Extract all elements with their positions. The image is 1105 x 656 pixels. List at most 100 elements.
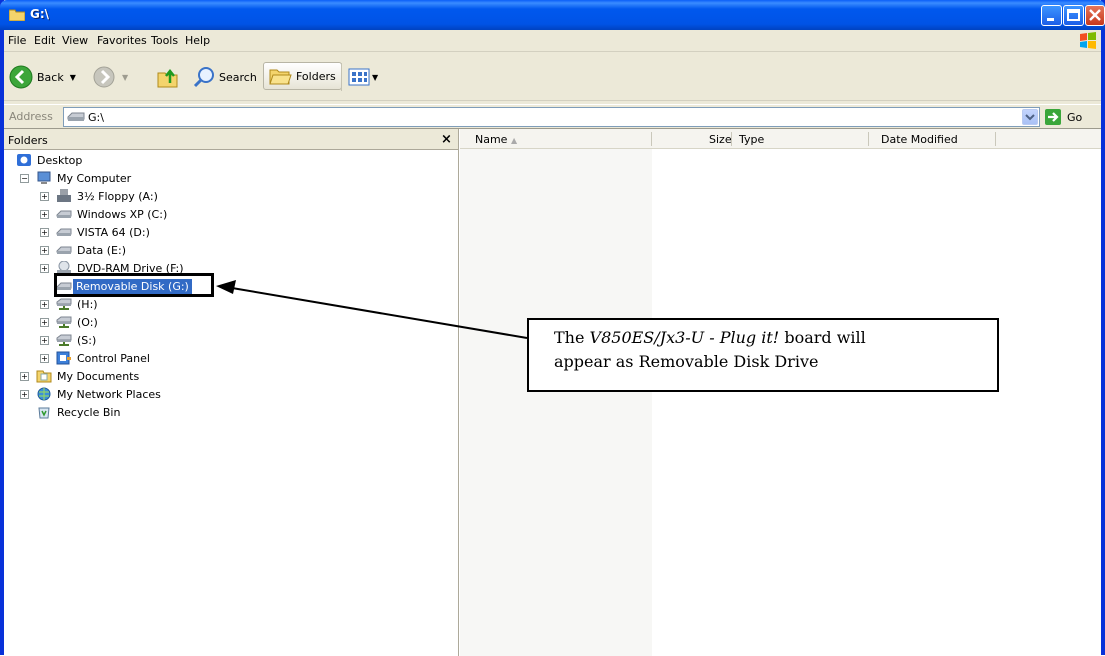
column-divider[interactable] [995,132,996,146]
expand-icon[interactable]: + [40,210,49,219]
tree-label: VISTA 64 (D:) [77,226,150,239]
tree-label: Control Panel [77,352,150,365]
address-dropdown-button[interactable] [1022,109,1038,125]
tree-item-drive-c[interactable]: + Windows XP (C:) [4,207,224,223]
hard-drive-icon [56,228,72,236]
folders-label: Folders [296,69,336,83]
folders-pane: Folders × Desktop − My Computer + 3½ Flo… [4,129,459,656]
folders-pane-close-button[interactable]: × [441,132,452,147]
back-dropdown-icon[interactable]: ▼ [70,73,76,82]
folders-pane-header: Folders × [4,129,458,150]
minimize-button[interactable] [1041,5,1062,26]
tree-item-control-panel[interactable]: + Control Panel [4,351,224,367]
menu-favorites[interactable]: Favorites [97,34,147,47]
callout-board-name: V850ES/Jx3-U - Plug it! [589,328,780,347]
back-label: Back [37,70,64,84]
tree-item-my-computer[interactable]: − My Computer [4,171,204,187]
menu-view[interactable]: View [62,34,88,47]
expand-icon[interactable]: + [40,246,49,255]
my-documents-icon [36,370,52,383]
floppy-icon [57,189,71,202]
menu-edit[interactable]: Edit [34,34,55,47]
control-panel-icon [56,351,71,365]
menu-file[interactable]: File [8,34,26,47]
address-input[interactable]: G:\ [63,107,1040,127]
my-computer-icon [37,171,51,184]
expand-icon[interactable]: + [40,354,49,363]
maximize-icon [1067,9,1080,21]
forward-button[interactable]: ▼ [92,62,128,92]
tree-label: My Computer [57,172,132,185]
tree-item-floppy[interactable]: + 3½ Floppy (A:) [4,189,224,205]
network-places-icon [37,387,51,401]
tree-label: (H:) [77,298,98,311]
expand-icon[interactable]: + [40,336,49,345]
close-button[interactable] [1085,5,1105,26]
expand-icon[interactable]: + [40,192,49,201]
tree-label: Windows XP (C:) [77,208,168,221]
tree-item-drive-d[interactable]: + VISTA 64 (D:) [4,225,224,241]
callout-box: The V850ES/Jx3-U - Plug it! board will a… [527,318,999,392]
chevron-down-icon [1025,114,1035,121]
folders-button[interactable]: Folders [263,62,342,90]
hard-drive-icon [56,246,72,254]
column-name-label: Name [475,133,508,146]
menu-tools[interactable]: Tools [151,34,178,47]
menu-bar: File Edit View Favorites Tools Help [4,30,1101,52]
column-divider[interactable] [651,132,652,146]
tree-item-drive-s[interactable]: + (S:) [4,333,224,349]
up-folder-button[interactable] [156,62,180,92]
search-icon [193,67,214,88]
column-size[interactable]: Size [709,133,732,146]
column-date-modified[interactable]: Date Modified [881,133,958,146]
column-divider[interactable] [731,132,732,146]
tree-item-drive-e[interactable]: + Data (E:) [4,243,224,259]
network-drive-icon [56,298,72,310]
recycle-bin-icon [38,407,50,419]
views-icon [348,68,370,86]
expand-icon[interactable]: + [20,390,29,399]
minimize-icon [1047,18,1054,21]
menu-help[interactable]: Help [185,34,210,47]
back-button[interactable]: Back ▼ [8,62,76,92]
column-type[interactable]: Type [739,133,764,146]
tree-label: Desktop [37,154,83,167]
tree-label: 3½ Floppy (A:) [77,190,158,203]
expand-icon[interactable]: + [40,264,49,273]
windows-logo-icon [1080,32,1096,49]
hard-drive-icon [56,210,72,218]
tree-item-drive-o[interactable]: + (O:) [4,315,224,331]
folders-icon [269,69,292,85]
expand-icon[interactable]: + [40,300,49,309]
go-button[interactable]: Go [1044,107,1094,127]
callout-line-1: The V850ES/Jx3-U - Plug it! board will [554,326,997,350]
expand-icon[interactable]: + [20,372,29,381]
tree-item-drive-h[interactable]: + (H:) [4,297,224,313]
go-label: Go [1067,110,1083,124]
file-list[interactable]: Name ▲ Size Type Date Modified [460,129,1101,656]
forward-dropdown-icon[interactable]: ▼ [122,73,128,82]
toolbar-separator [341,63,342,91]
drive-icon [67,112,85,121]
tree-label: (O:) [77,316,98,329]
tree-label: My Network Places [57,388,161,401]
views-dropdown-icon: ▼ [372,72,379,82]
tree-item-my-documents[interactable]: + My Documents [4,369,224,385]
tree-item-recycle-bin[interactable]: Recycle Bin [4,405,224,421]
tree-item-network-places[interactable]: + My Network Places [4,387,224,403]
search-button[interactable]: Search [193,62,257,92]
expand-icon[interactable]: + [40,318,49,327]
search-label: Search [219,70,257,84]
column-divider[interactable] [868,132,869,146]
sort-ascending-icon: ▲ [510,136,518,145]
column-name[interactable]: Name ▲ [475,133,517,146]
tree-item-desktop[interactable]: Desktop [4,153,204,169]
collapse-icon[interactable]: − [20,174,29,183]
desktop-icon [17,154,31,166]
expand-icon[interactable]: + [40,228,49,237]
views-button[interactable]: ▼ [341,62,378,92]
maximize-button[interactable] [1063,5,1084,26]
column-headers: Name ▲ Size Type Date Modified [460,129,1101,149]
title-bar[interactable]: G:\ [0,0,1105,30]
tree-label: My Documents [57,370,140,383]
